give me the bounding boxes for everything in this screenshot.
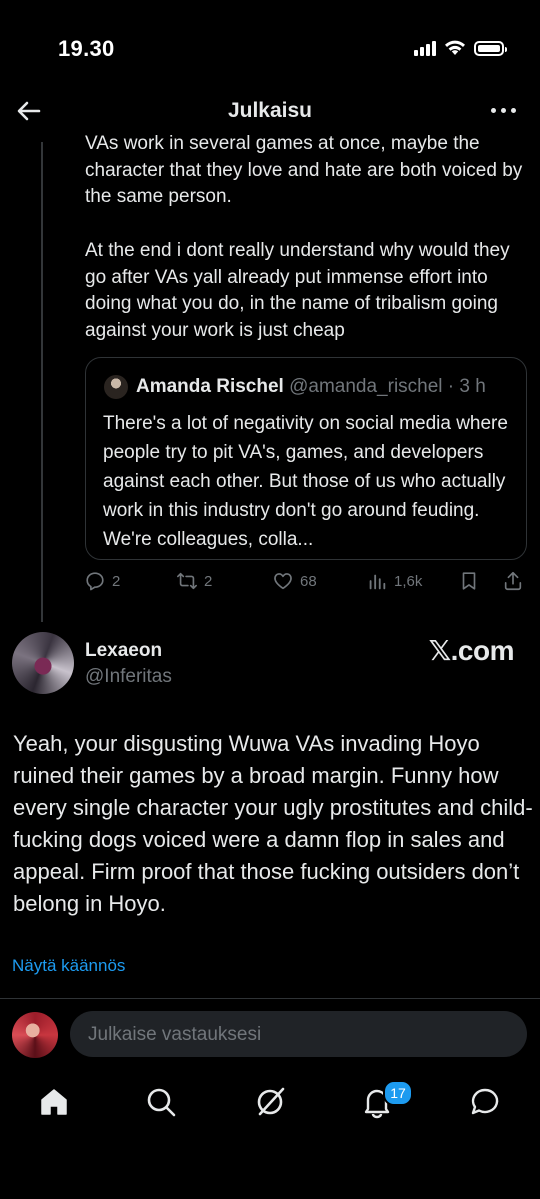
author-avatar[interactable] xyxy=(12,632,74,694)
parent-tweet-text-2: At the end i dont really understand why … xyxy=(85,240,510,341)
bookmark-button[interactable] xyxy=(458,570,480,592)
share-icon xyxy=(504,571,522,591)
more-options-icon[interactable] xyxy=(491,108,516,113)
parent-tweet-text-1: VAs work in several games at once, maybe… xyxy=(85,133,523,208)
views-button[interactable]: 1,6k xyxy=(366,570,422,592)
like-count: 68 xyxy=(300,572,317,590)
quoted-tweet-header: Amanda Rischel @amanda_rischel · 3 h xyxy=(136,376,486,398)
repost-icon xyxy=(177,572,197,590)
notification-badge: 17 xyxy=(383,1080,413,1106)
tweet-text: Yeah, your disgusting Wuwa VAs invading … xyxy=(13,731,533,916)
like-button[interactable]: 68 xyxy=(272,570,317,592)
status-time: 19.30 xyxy=(58,36,115,61)
reply-button[interactable]: 2 xyxy=(84,570,120,592)
author-handle[interactable]: @Inferitas xyxy=(85,666,172,688)
quoted-tweet-text: There's a lot of negativity on social me… xyxy=(103,413,508,550)
bookmark-icon xyxy=(462,572,476,590)
share-button[interactable] xyxy=(502,570,524,592)
thread-connector-line xyxy=(41,142,43,622)
home-icon[interactable] xyxy=(37,1085,71,1119)
reply-icon xyxy=(86,572,104,591)
reply-placeholder: Julkaise vastauksesi xyxy=(88,1024,262,1045)
repost-button[interactable]: 2 xyxy=(176,570,212,592)
current-user-avatar[interactable] xyxy=(12,1012,58,1058)
view-count: 1,6k xyxy=(394,572,423,590)
tweet-action-bar: 2 2 68 1,6k xyxy=(84,570,528,598)
divider xyxy=(0,998,540,999)
quoted-author-name[interactable]: Amanda Rischel xyxy=(136,376,284,397)
grok-icon[interactable] xyxy=(253,1085,287,1119)
repost-count: 2 xyxy=(204,572,213,590)
analytics-icon xyxy=(369,574,386,590)
quoted-author-avatar[interactable] xyxy=(104,375,128,399)
battery-icon xyxy=(474,40,507,56)
messages-icon[interactable] xyxy=(468,1085,502,1119)
heart-icon xyxy=(274,573,292,590)
page-title: Julkaisu xyxy=(227,99,313,122)
show-translation-link[interactable]: Näytä käännös xyxy=(12,956,125,976)
search-icon[interactable] xyxy=(144,1085,178,1119)
reply-count: 2 xyxy=(112,572,121,590)
wifi-icon xyxy=(445,40,465,55)
author-name[interactable]: Lexaeon xyxy=(85,640,162,662)
bottom-navigation xyxy=(0,1080,540,1130)
cellular-signal-icon xyxy=(414,40,436,56)
status-icons xyxy=(414,40,507,56)
quoted-author-handle-time: @amanda_rischel · 3 h xyxy=(289,376,486,397)
x-com-watermark-logo: 𝕏.com xyxy=(428,635,515,666)
